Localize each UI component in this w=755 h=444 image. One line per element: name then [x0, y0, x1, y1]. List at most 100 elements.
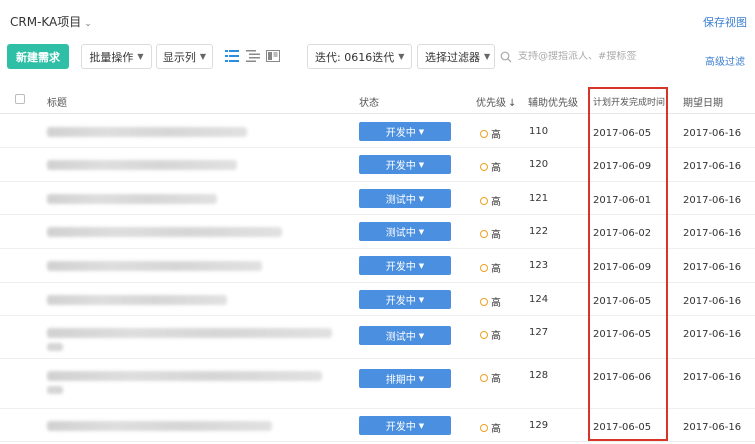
tree-view-icon[interactable] — [246, 50, 260, 62]
expected-date-cell: 2017-06-16 — [683, 128, 742, 139]
save-view-link[interactable]: 保存视图 — [703, 14, 747, 30]
row-title[interactable] — [47, 421, 272, 431]
priority-dot-icon — [480, 373, 488, 382]
row-title[interactable] — [47, 160, 237, 170]
table-row[interactable]: 测试中 ▼ 高 127 2017-06-05 2017-06-16 — [0, 316, 755, 359]
caret-down-icon: ▼ — [418, 295, 425, 304]
sub-priority-cell: 128 — [529, 370, 549, 381]
row-title[interactable] — [47, 371, 322, 381]
expected-date-cell: 2017-06-16 — [683, 372, 742, 383]
priority-dot-icon — [480, 129, 488, 138]
advanced-filter-link[interactable]: 高级过滤 — [705, 53, 745, 68]
priority-cell[interactable]: 高 — [480, 260, 501, 275]
status-dropdown[interactable]: 开发中 ▼ — [359, 155, 451, 174]
row-title[interactable] — [47, 227, 282, 237]
status-dropdown[interactable]: 开发中 ▼ — [359, 122, 451, 141]
caret-down-icon: ▼ — [418, 227, 425, 236]
priority-cell[interactable]: 高 — [480, 327, 501, 342]
planned-date-cell: 2017-06-05 — [593, 329, 652, 340]
caret-down-icon: ▼ — [484, 52, 491, 61]
status-dropdown[interactable]: 开发中 ▼ — [359, 256, 451, 275]
column-planned-date[interactable]: 计划开发完成时间 — [593, 95, 665, 108]
sub-priority-cell: 129 — [529, 420, 549, 431]
sort-down-icon: ↓ — [508, 98, 517, 109]
table-row[interactable]: 开发中 ▼ 高 124 2017-06-05 2017-06-16 — [0, 283, 755, 316]
column-priority-label: 优先级 — [476, 98, 506, 109]
priority-dot-icon — [480, 162, 488, 171]
status-dropdown[interactable]: 测试中 ▼ — [359, 189, 451, 208]
iteration-select[interactable]: 迭代: 0616迭代 ▼ — [307, 44, 412, 69]
priority-cell[interactable]: 高 — [480, 420, 501, 435]
priority-cell[interactable]: 高 — [480, 193, 501, 208]
row-title[interactable] — [47, 194, 217, 204]
iteration-label: 迭代: 0616迭代 — [315, 50, 395, 64]
filter-label: 选择过滤器 — [425, 50, 480, 64]
table-row[interactable]: 开发中 ▼ 高 129 2017-06-05 2017-06-16 — [0, 409, 755, 442]
row-title[interactable] — [47, 127, 247, 137]
expected-date-cell: 2017-06-16 — [683, 195, 742, 206]
column-title[interactable]: 标题 — [47, 94, 67, 109]
column-status[interactable]: 状态 — [359, 94, 379, 109]
sub-priority-cell: 121 — [529, 193, 549, 204]
priority-cell[interactable]: 高 — [480, 226, 501, 241]
column-expected-date[interactable]: 期望日期 — [683, 94, 723, 109]
batch-operations-label: 批量操作 — [89, 50, 134, 64]
priority-cell[interactable]: 高 — [480, 370, 501, 385]
priority-dot-icon — [480, 229, 488, 238]
priority-label: 高 — [491, 197, 501, 208]
priority-cell[interactable]: 高 — [480, 159, 501, 174]
priority-cell[interactable]: 高 — [480, 294, 501, 309]
priority-dot-icon — [480, 196, 488, 205]
priority-label: 高 — [491, 230, 501, 241]
sub-priority-cell: 110 — [529, 126, 549, 137]
chevron-down-icon: ⌄ — [84, 19, 92, 29]
table-row[interactable]: 开发中 ▼ 高 110 2017-06-05 2017-06-16 — [0, 115, 755, 148]
search-input[interactable] — [518, 51, 683, 62]
expected-date-cell: 2017-06-16 — [683, 296, 742, 307]
status-label: 测试中 — [385, 228, 416, 239]
column-priority[interactable]: 优先级 ↓ — [476, 94, 516, 109]
planned-date-cell: 2017-06-05 — [593, 128, 652, 139]
project-title: CRM-KA项目 — [10, 15, 82, 29]
new-requirement-button[interactable]: 新建需求 — [7, 44, 69, 69]
table-row[interactable]: 排期中 ▼ 高 128 2017-06-06 2017-06-16 — [0, 359, 755, 409]
project-selector[interactable]: CRM-KA项目 ⌄ — [10, 13, 92, 30]
priority-label: 高 — [491, 163, 501, 174]
status-label: 开发中 — [385, 422, 416, 433]
caret-down-icon: ▼ — [137, 52, 144, 61]
priority-cell[interactable]: 高 — [480, 126, 501, 141]
table-row[interactable]: 测试中 ▼ 高 122 2017-06-02 2017-06-16 — [0, 215, 755, 249]
select-all-checkbox[interactable] — [15, 94, 25, 104]
status-dropdown[interactable]: 测试中 ▼ — [359, 222, 451, 241]
status-label: 开发中 — [385, 128, 416, 139]
column-sub-priority[interactable]: 辅助优先级 — [528, 94, 578, 109]
caret-down-icon: ▼ — [418, 331, 425, 340]
top-bar: CRM-KA项目 ⌄ 保存视图 — [0, 0, 755, 40]
list-view-icon[interactable] — [225, 50, 239, 62]
row-title[interactable] — [47, 261, 262, 271]
row-title[interactable] — [47, 295, 227, 305]
caret-down-icon: ▼ — [199, 52, 207, 61]
status-dropdown[interactable]: 测试中 ▼ — [359, 326, 451, 345]
planned-date-cell: 2017-06-06 — [593, 372, 652, 383]
planned-date-cell: 2017-06-05 — [593, 422, 652, 433]
table-row[interactable]: 测试中 ▼ 高 121 2017-06-01 2017-06-16 — [0, 182, 755, 215]
table-row[interactable]: 开发中 ▼ 高 123 2017-06-09 2017-06-16 — [0, 249, 755, 283]
sub-priority-cell: 122 — [529, 226, 549, 237]
row-title-overflow — [47, 343, 63, 351]
row-title[interactable] — [47, 328, 332, 338]
show-columns-button[interactable]: 显示列 ▼ — [156, 44, 213, 69]
board-view-icon[interactable] — [266, 50, 280, 62]
status-label: 排期中 — [385, 375, 416, 386]
show-columns-label: 显示列 — [162, 50, 196, 64]
expected-date-cell: 2017-06-16 — [683, 329, 742, 340]
status-dropdown[interactable]: 开发中 ▼ — [359, 416, 451, 435]
priority-label: 高 — [491, 424, 501, 435]
planned-date-cell: 2017-06-01 — [593, 195, 652, 206]
status-dropdown[interactable]: 排期中 ▼ — [359, 369, 451, 388]
filter-select[interactable]: 选择过滤器 ▼ — [417, 44, 495, 69]
batch-operations-button[interactable]: 批量操作 ▼ — [81, 44, 152, 69]
status-label: 开发中 — [385, 161, 416, 172]
status-dropdown[interactable]: 开发中 ▼ — [359, 290, 451, 309]
table-row[interactable]: 开发中 ▼ 高 120 2017-06-09 2017-06-16 — [0, 148, 755, 182]
